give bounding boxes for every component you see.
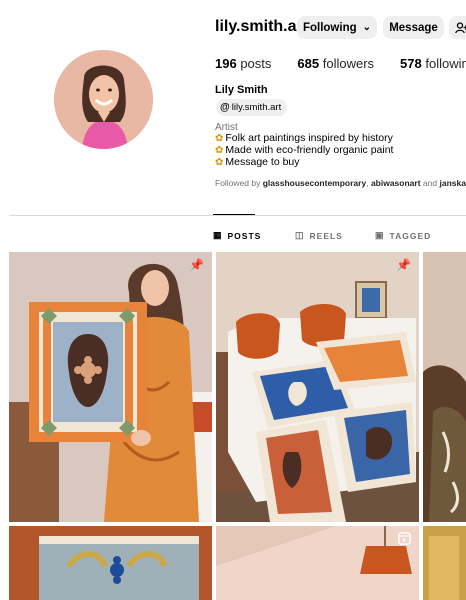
posts-stat: 196 posts — [215, 56, 271, 71]
profile-username: lily.smith.art — [215, 18, 309, 35]
followed-by[interactable]: Followed by glasshousecontemporary, abiw… — [215, 178, 466, 188]
profile-photo — [54, 50, 153, 149]
message-label: Message — [389, 21, 438, 34]
posts-label: posts — [240, 56, 272, 71]
threads-handle: lily.smith.art — [231, 102, 282, 113]
add-user-icon — [455, 21, 466, 33]
followed-by-user[interactable]: glasshousecontemporary — [263, 178, 366, 188]
post-thumbnail[interactable] — [9, 526, 212, 600]
post-image — [9, 526, 212, 600]
followers-label: followers — [322, 56, 375, 71]
tab-posts[interactable]: ▦ POSTS — [213, 230, 261, 241]
tab-reels[interactable]: ◫ REELS — [295, 230, 343, 241]
post-image — [216, 252, 419, 522]
pin-icon: 📌 — [189, 258, 204, 272]
tabs-divider — [9, 215, 466, 216]
reel-icon — [398, 532, 411, 545]
pin-icon: 📌 — [396, 258, 411, 272]
post-image — [216, 526, 419, 600]
following-button[interactable]: Following ⌄ — [297, 16, 377, 39]
post-thumbnail[interactable] — [216, 526, 419, 600]
post-thumbnail[interactable]: 📌 — [216, 252, 419, 522]
sunflower-icon: ✿ — [215, 144, 224, 156]
post-thumbnail[interactable] — [423, 252, 466, 522]
followers-count: 685 — [297, 56, 320, 71]
post-thumbnail[interactable] — [423, 526, 466, 600]
posts-count: 196 — [215, 56, 237, 71]
add-user-button[interactable] — [449, 16, 466, 39]
post-thumbnail[interactable]: 📌 — [9, 252, 212, 522]
sunflower-icon: ✿ — [215, 133, 224, 144]
sunflower-icon: ✿ — [215, 156, 224, 168]
profile-stats: 196 posts 685 followers 578 following — [215, 56, 466, 71]
post-image — [9, 252, 212, 522]
threads-link[interactable]: @ lily.smith.art — [216, 99, 288, 116]
tagged-icon: ▣ — [375, 230, 385, 240]
chevron-down-icon: ⌄ — [362, 22, 372, 33]
threads-icon: @ — [220, 102, 230, 113]
post-image — [423, 526, 466, 600]
profile-bio: ✿ Folk art paintings inspired by history … — [215, 132, 393, 168]
reels-icon: ◫ — [295, 230, 305, 240]
active-tab-indicator — [213, 214, 255, 215]
following-stat[interactable]: 578 following — [400, 56, 466, 71]
message-button[interactable]: Message — [383, 16, 444, 39]
followers-stat[interactable]: 685 followers — [297, 56, 374, 71]
profile-full-name: Lily Smith — [215, 84, 268, 96]
grid-icon: ▦ — [213, 230, 223, 240]
followed-by-user[interactable]: abiwasonart — [371, 178, 421, 188]
following-stat-label: following — [425, 56, 466, 71]
following-label: Following — [302, 21, 357, 34]
followed-by-user[interactable]: janskacel — [439, 178, 466, 188]
following-count: 578 — [400, 56, 422, 71]
avatar[interactable] — [54, 50, 153, 149]
bio-line: ✿ Message to buy — [215, 155, 300, 168]
tab-tagged[interactable]: ▣ TAGGED — [375, 230, 431, 241]
post-image — [423, 252, 466, 522]
